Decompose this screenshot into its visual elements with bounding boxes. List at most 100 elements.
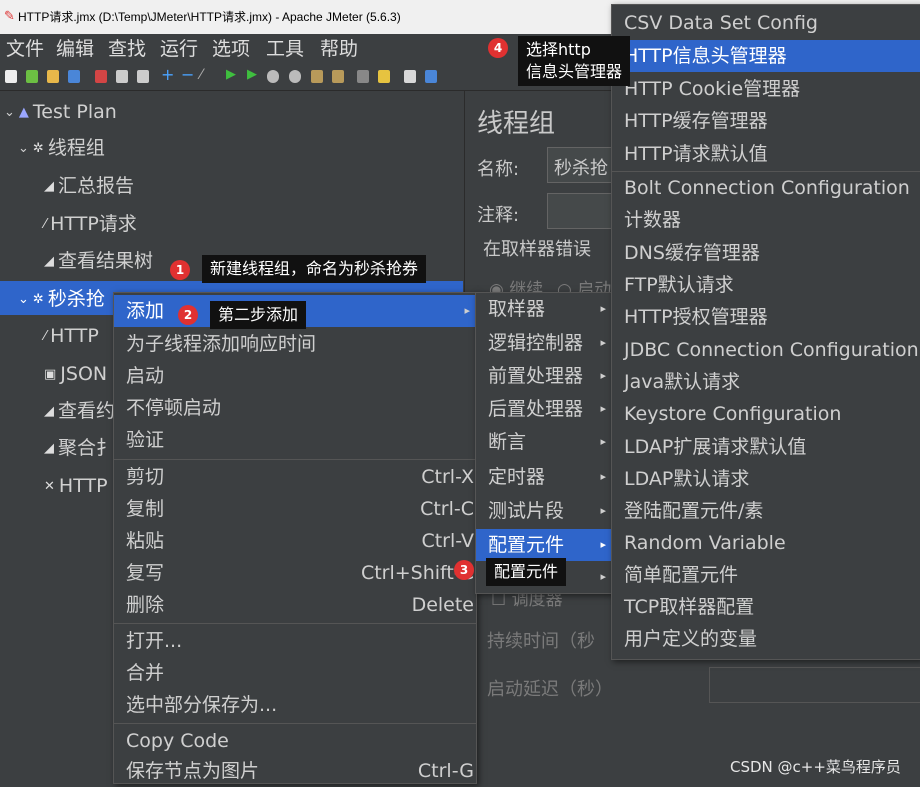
- config-item-ftp-defaults[interactable]: FTP默认请求: [612, 269, 920, 301]
- config-item-http-cookie-manager[interactable]: HTTP Cookie管理器: [612, 73, 920, 105]
- menu-separator: [114, 459, 476, 460]
- tree-node-seckill-group[interactable]: ⌄ ✲ 秒杀抢: [18, 286, 105, 313]
- config-item-http-request-defaults[interactable]: HTTP请求默认值: [612, 138, 920, 170]
- tree-node-child-view[interactable]: ◢ 查看约: [44, 398, 115, 425]
- pipette-icon: ⁄: [44, 328, 47, 344]
- add-submenu: 取样器 ▸ 逻辑控制器 ▸ 前置处理器 ▸ 后置处理器 ▸ 断言 ▸ 定时器 ▸ 测试片段 ▸…: [475, 292, 613, 594]
- config-item-user-defined-variables[interactable]: 用户定义的变量: [612, 623, 920, 655]
- config-item-simple-config[interactable]: 简单配置元件: [612, 559, 920, 591]
- start-icon[interactable]: ▶: [226, 68, 238, 82]
- menu-item-save-node-image[interactable]: 保存节点为图片 Ctrl-G: [114, 755, 476, 787]
- help-icon[interactable]: [425, 70, 437, 83]
- submenu-item-pre-processor[interactable]: 前置处理器 ▸: [476, 360, 612, 392]
- chart-icon: ◢: [44, 403, 54, 419]
- new-icon[interactable]: [5, 70, 17, 83]
- expand-icon[interactable]: +: [161, 67, 174, 83]
- menu-item-add-response-time[interactable]: 为子线程添加响应时间: [114, 328, 476, 360]
- tree-node-summary-report[interactable]: ◢ 汇总报告: [44, 173, 134, 200]
- tree-node-child-aggregate[interactable]: ◢ 聚合扌: [44, 435, 115, 462]
- open-icon[interactable]: [47, 70, 59, 83]
- reset-search-icon[interactable]: [378, 70, 390, 83]
- menu-run[interactable]: 运行: [160, 34, 198, 64]
- menu-item-cut[interactable]: 剪切 Ctrl-X: [114, 461, 476, 493]
- config-item-keystore[interactable]: Keystore Configuration: [612, 398, 920, 430]
- config-item-http-header-manager[interactable]: HTTP信息头管理器: [612, 40, 920, 72]
- submenu-item-config-element[interactable]: 配置元件 ▸: [476, 529, 612, 561]
- menu-item-copy[interactable]: 复制 Ctrl-C: [114, 493, 476, 525]
- menu-item-paste[interactable]: 粘贴 Ctrl-V: [114, 525, 476, 557]
- menu-item-delete[interactable]: 删除 Delete: [114, 589, 476, 621]
- config-item-java-defaults[interactable]: Java默认请求: [612, 366, 920, 398]
- collapse-icon[interactable]: −: [181, 67, 194, 83]
- tree-node-child-http-disabled[interactable]: ✕ HTTP: [44, 473, 108, 500]
- shutdown-icon[interactable]: [289, 70, 301, 83]
- menu-tools[interactable]: 工具: [266, 34, 304, 64]
- clear-all-icon[interactable]: [332, 70, 344, 83]
- tree-node-test-plan[interactable]: ⌄ ▲ Test Plan: [4, 99, 117, 126]
- config-item-ldap-defaults[interactable]: LDAP默认请求: [612, 463, 920, 495]
- menu-item-start[interactable]: 启动: [114, 360, 476, 392]
- cut-icon[interactable]: [95, 70, 107, 83]
- menu-item-start-no-pause[interactable]: 不停顿启动: [114, 392, 476, 424]
- menu-item-validate[interactable]: 验证: [114, 424, 476, 456]
- config-item-counter[interactable]: 计数器: [612, 204, 920, 236]
- config-element-submenu: CSV Data Set Config HTTP信息头管理器 HTTP Cook…: [611, 4, 920, 660]
- config-item-jdbc-connection[interactable]: JDBC Connection Configuration: [612, 334, 920, 366]
- editor-heading: 线程组: [477, 109, 556, 139]
- menu-item-open[interactable]: 打开...: [114, 625, 476, 657]
- submenu-item-sampler[interactable]: 取样器 ▸: [476, 293, 612, 325]
- menu-item-copy-code[interactable]: Copy Code: [114, 725, 476, 757]
- flask-icon: ▲: [18, 104, 29, 120]
- menu-item-merge[interactable]: 合并: [114, 657, 476, 689]
- duration-label: 持续时间（秒: [487, 631, 595, 652]
- chart-icon: ◢: [44, 440, 54, 456]
- tree-node-view-results-tree[interactable]: ◢ 查看结果树: [44, 248, 153, 275]
- menu-help[interactable]: 帮助: [320, 34, 358, 64]
- submenu-item-test-fragment[interactable]: 测试片段 ▸: [476, 495, 612, 527]
- save-icon[interactable]: [68, 70, 80, 83]
- config-item-ldap-ext-defaults[interactable]: LDAP扩展请求默认值: [612, 431, 920, 463]
- tree-node-child-http[interactable]: ⁄ HTTP: [44, 323, 99, 350]
- menu-item-save-selection-as[interactable]: 选中部分保存为...: [114, 689, 476, 721]
- config-item-login-config[interactable]: 登陆配置元件/素: [612, 495, 920, 527]
- submenu-item-logic-controller[interactable]: 逻辑控制器 ▸: [476, 327, 612, 359]
- menu-item-duplicate[interactable]: 复写 Ctrl+Shift-C: [114, 557, 476, 589]
- annotation-badge-2: 2: [178, 305, 198, 325]
- annotation-badge-4: 4: [488, 38, 508, 58]
- tree-node-child-json[interactable]: ▣ JSON: [44, 361, 107, 388]
- submenu-item-post-processor[interactable]: 后置处理器 ▸: [476, 393, 612, 425]
- chevron-down-icon[interactable]: ⌄: [18, 287, 29, 313]
- start-no-pause-icon[interactable]: ▶: [247, 68, 259, 82]
- menu-edit[interactable]: 编辑: [56, 34, 94, 64]
- config-item-dns-cache-manager[interactable]: DNS缓存管理器: [612, 237, 920, 269]
- startup-delay-field[interactable]: [709, 667, 920, 703]
- stop-icon[interactable]: [267, 70, 279, 83]
- config-item-tcp-sampler-config[interactable]: TCP取样器配置: [612, 591, 920, 623]
- clear-icon[interactable]: [311, 70, 323, 83]
- templates-icon[interactable]: [26, 70, 38, 83]
- config-item-http-auth-manager[interactable]: HTTP授权管理器: [612, 301, 920, 333]
- function-helper-icon[interactable]: [404, 70, 416, 83]
- menu-search[interactable]: 查找: [108, 34, 146, 64]
- menu-separator: [114, 623, 476, 624]
- chevron-down-icon[interactable]: ⌄: [18, 136, 29, 162]
- config-item-bolt-connection[interactable]: Bolt Connection Configuration: [612, 172, 920, 204]
- copy-icon[interactable]: [116, 70, 128, 83]
- tree-node-thread-group[interactable]: ⌄ ✲ 线程组: [18, 135, 105, 162]
- submenu-item-assertion[interactable]: 断言 ▸: [476, 426, 612, 458]
- paste-icon[interactable]: [137, 70, 149, 83]
- chevron-down-icon[interactable]: ⌄: [4, 100, 15, 126]
- tree-node-http-request[interactable]: ⁄ HTTP请求: [44, 211, 137, 238]
- chevron-right-icon: ▸: [600, 302, 606, 315]
- config-item-random-variable[interactable]: Random Variable: [612, 527, 920, 559]
- menu-file[interactable]: 文件: [6, 34, 44, 64]
- submenu-item-timer[interactable]: 定时器 ▸: [476, 461, 612, 493]
- toggle-icon[interactable]: ⁄: [200, 68, 212, 82]
- annotation-label-1: 新建线程组，命名为秒杀抢券: [202, 255, 427, 283]
- config-item-csv-data-set[interactable]: CSV Data Set Config: [612, 7, 920, 39]
- search-icon[interactable]: [357, 70, 369, 83]
- config-item-http-cache-manager[interactable]: HTTP缓存管理器: [612, 105, 920, 137]
- chart-icon: ◢: [44, 178, 54, 194]
- menu-options[interactable]: 选项: [212, 34, 250, 64]
- annotation-badge-1: 1: [170, 260, 190, 280]
